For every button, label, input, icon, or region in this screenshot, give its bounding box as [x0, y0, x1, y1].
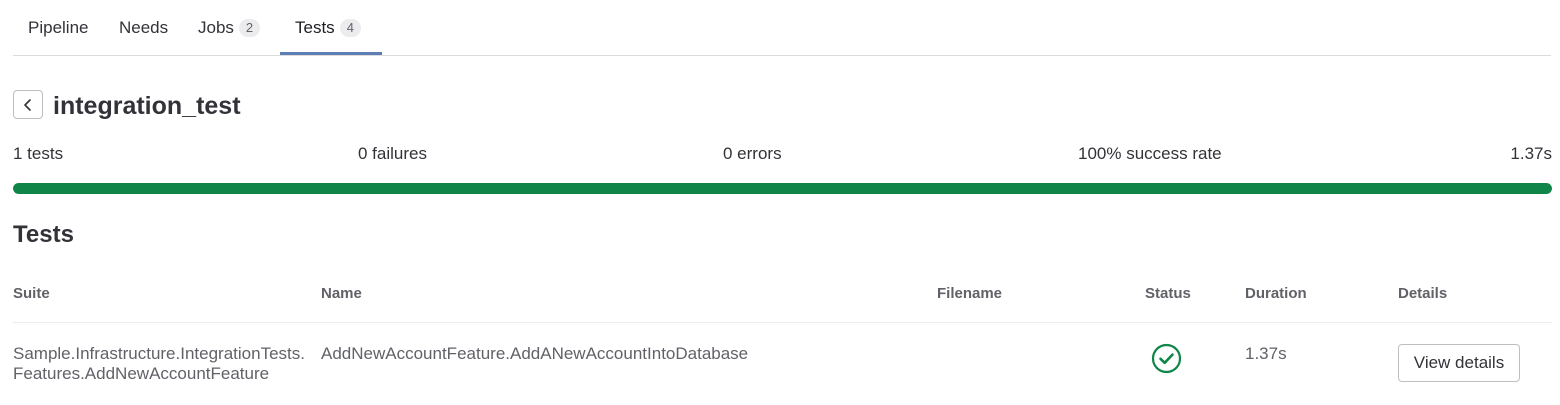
tab-tests[interactable]: Tests 4 — [295, 0, 361, 56]
test-summary: 1 tests 0 failures 0 errors 100% success… — [13, 144, 1552, 166]
test-name-cell: AddNewAccountFeature.AddANewAccountIntoD… — [321, 344, 749, 363]
column-header-suite: Suite — [13, 285, 50, 302]
column-header-filename: Filename — [937, 285, 1003, 302]
suite-line-1: Sample.Infrastructure.IntegrationTests. — [13, 344, 305, 363]
column-header-details: Details — [1398, 285, 1448, 302]
summary-errors: 0 errors — [723, 144, 782, 163]
tab-pipeline[interactable]: Pipeline — [28, 0, 89, 56]
view-details-button[interactable]: View details — [1398, 344, 1520, 382]
active-tab-indicator — [280, 52, 382, 55]
suite-cell: Sample.Infrastructure.IntegrationTests. … — [13, 344, 305, 384]
column-header-status: Status — [1145, 285, 1191, 302]
column-header-name: Name — [321, 285, 362, 302]
tab-jobs-label: Jobs — [198, 18, 234, 37]
chevron-left-icon — [24, 98, 31, 111]
summary-tests: 1 tests — [13, 144, 64, 163]
tab-pipeline-label: Pipeline — [28, 18, 89, 37]
success-progress-bar — [13, 183, 1552, 194]
tab-needs[interactable]: Needs — [119, 0, 168, 56]
column-header-duration: Duration — [1245, 285, 1307, 302]
summary-failures: 0 failures — [358, 144, 427, 163]
success-progress-fill — [13, 183, 1552, 194]
job-title: integration_test — [53, 92, 241, 120]
tab-jobs-count: 2 — [238, 19, 261, 37]
tab-needs-label: Needs — [119, 18, 169, 37]
table-header-divider — [13, 322, 1552, 323]
summary-success-rate: 100% success rate — [1078, 144, 1222, 163]
summary-duration: 1.37s — [1510, 144, 1552, 163]
duration-cell: 1.37s — [1245, 344, 1287, 363]
back-button[interactable] — [13, 90, 43, 119]
tests-section-title: Tests — [13, 221, 74, 248]
pipeline-tabs: Pipeline Needs Jobs 2 Tests 4 — [13, 0, 1551, 56]
tab-tests-label: Tests — [295, 18, 335, 37]
tab-tests-count: 4 — [339, 19, 361, 37]
tab-jobs[interactable]: Jobs 2 — [198, 0, 261, 56]
check-circle-icon — [1151, 343, 1182, 374]
suite-line-2: Features.AddNewAccountFeature — [13, 364, 270, 383]
